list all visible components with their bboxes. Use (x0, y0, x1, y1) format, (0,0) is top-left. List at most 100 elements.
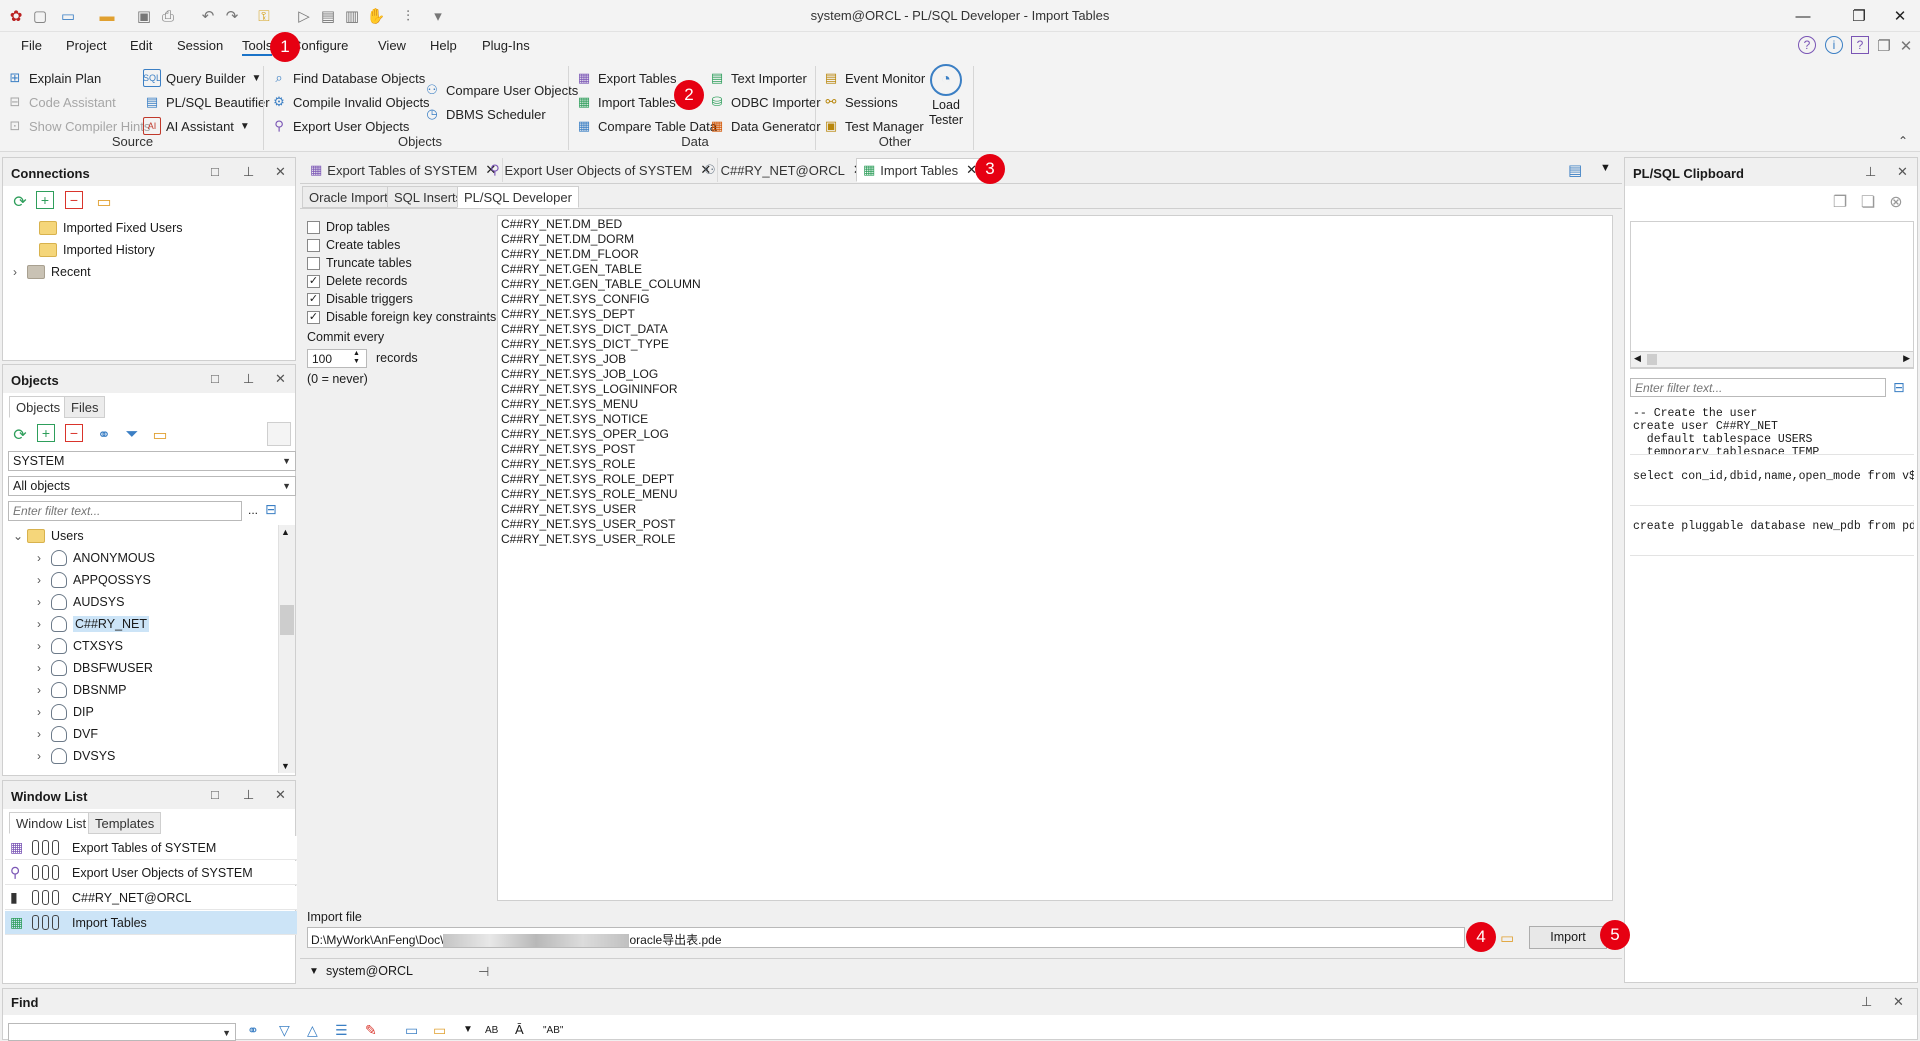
checkmark-icon[interactable]: ✓ (307, 274, 320, 288)
chevron-right-icon[interactable]: › (37, 551, 51, 565)
clipboard-snippet[interactable]: create pluggable database new_pdb from p… (1630, 508, 1914, 556)
binoculars-icon[interactable]: ⚭ (247, 1022, 259, 1039)
copy-icon[interactable]: ❐ (1829, 191, 1851, 213)
pin-icon[interactable]: ⊥ (243, 787, 254, 803)
close-icon[interactable]: ✕ (275, 164, 286, 180)
table-list-item[interactable]: C##RY_NET.SYS_OPER_LOG (501, 427, 669, 442)
table-list-item[interactable]: C##RY_NET.SYS_USER_ROLE (501, 532, 676, 547)
restore-button[interactable]: ❐ (1836, 0, 1882, 32)
pin-icon[interactable]: ⊥ (1865, 164, 1876, 180)
filter-icon[interactable]: ⏷ (121, 424, 143, 446)
owner-select[interactable]: SYSTEM ▼ (8, 451, 296, 471)
scroll-down-icon[interactable]: ▼ (281, 761, 290, 771)
compare-user-objects-button[interactable]: ⚇ Compare User Objects (423, 79, 578, 101)
find-database-objects-button[interactable]: ⌕ Find Database Objects (270, 67, 425, 89)
paste-icon[interactable]: ❏ (1857, 191, 1879, 213)
scroll-thumb[interactable] (280, 605, 294, 635)
window-list-item[interactable]: ▦ Export Tables of SYSTEM (5, 836, 297, 860)
checkbox-icon[interactable] (307, 238, 320, 252)
tab-plsql-developer[interactable]: PL/SQL Developer (457, 186, 579, 208)
explain-plan-button[interactable]: ⊞ Explain Plan (6, 67, 102, 89)
checkmark-icon[interactable]: ✓ (307, 310, 320, 324)
help-icon[interactable]: ? (1798, 36, 1816, 54)
table-list-item[interactable]: C##RY_NET.DM_FLOOR (501, 247, 639, 262)
chevron-right-icon[interactable]: › (37, 749, 51, 763)
odbc-importer-button[interactable]: ⛁ ODBC Importer (708, 91, 821, 113)
code-assistant-button[interactable]: ⊟ Code Assistant (6, 91, 116, 113)
exact-phrase-button[interactable]: "AB" (543, 1025, 563, 1036)
chevron-right-icon[interactable]: › (37, 617, 51, 631)
import-button[interactable]: Import (1529, 926, 1607, 949)
maximize-icon[interactable]: □ (211, 371, 219, 386)
close-icon[interactable]: ✕ (1897, 164, 1908, 180)
add-icon[interactable]: + (37, 424, 55, 442)
tab-export-user-objects[interactable]: ⚲ Export User Objects of SYSTEM ✕ (484, 158, 719, 182)
compile-invalid-objects-button[interactable]: ⚙ Compile Invalid Objects (270, 91, 429, 113)
import-file-input[interactable]: D:\MyWork\AnFeng\Doc\ oracle导出表.pde (307, 927, 1465, 948)
table-list-item[interactable]: C##RY_NET.GEN_TABLE (501, 262, 642, 277)
restore-mdi-icon[interactable]: ❐ (1874, 36, 1894, 56)
maximize-icon[interactable]: □ (211, 164, 219, 179)
menu-configure[interactable]: Configure (292, 38, 348, 53)
refresh-icon[interactable]: ⟳ (9, 191, 31, 213)
highlight-icon[interactable]: ✎ (365, 1022, 377, 1039)
tab-list-icon[interactable]: ▤ (1568, 161, 1582, 179)
table-list-item[interactable]: C##RY_NET.SYS_MENU (501, 397, 638, 412)
close-icon[interactable]: ✕ (275, 371, 286, 387)
context-help-icon[interactable]: ? (1851, 36, 1869, 54)
table-list-item[interactable]: C##RY_NET.SYS_ROLE (501, 457, 636, 472)
folder-icon[interactable]: ▭ (93, 191, 115, 213)
scroll-thumb[interactable] (1647, 354, 1657, 365)
plsql-beautifier-button[interactable]: ▤ PL/SQL Beautifier (143, 91, 270, 113)
clipboard-filter-input[interactable] (1630, 378, 1886, 397)
chevron-right-icon[interactable]: › (37, 661, 51, 675)
table-list-item[interactable]: C##RY_NET.SYS_JOB_LOG (501, 367, 658, 382)
table-list-item[interactable]: C##RY_NET.SYS_CONFIG (501, 292, 650, 307)
option-checkbox[interactable]: ✓ Disable triggers (307, 290, 413, 308)
object-type-select[interactable]: All objects ▼ (8, 476, 296, 496)
option-checkbox[interactable]: ✓ Disable foreign key constraints (307, 308, 496, 326)
tree-item-user[interactable]: › C##RY_NET (37, 613, 150, 635)
tree-item-imported-fixed-users[interactable]: Imported Fixed Users (25, 217, 182, 239)
event-monitor-button[interactable]: ▤ Event Monitor (822, 67, 925, 89)
match-case-button[interactable]: AB (485, 1025, 498, 1036)
option-checkbox[interactable]: Truncate tables (307, 254, 412, 272)
maximize-icon[interactable]: □ (211, 787, 219, 802)
table-list-item[interactable]: C##RY_NET.SYS_USER (501, 502, 636, 517)
pin-icon[interactable]: ⊥ (243, 371, 254, 387)
table-list[interactable]: C##RY_NET.DM_BED C##RY_NET.DM_DORM C##RY_N… (497, 215, 1613, 901)
options-button[interactable] (267, 422, 291, 446)
filter-options-icon[interactable]: ⊟ (1893, 379, 1905, 396)
objects-scrollbar[interactable]: ▲ ▼ (278, 525, 295, 773)
tab-import-tables[interactable]: ▦ Import Tables ✕ (856, 158, 984, 182)
window-list-item[interactable]: ▮ C##RY_NET@ORCL (5, 886, 297, 910)
scroll-right-icon[interactable]: ▶ (1903, 353, 1910, 364)
dbms-scheduler-button[interactable]: ◷ DBMS Scheduler (423, 103, 545, 125)
session-dropdown-icon[interactable]: ▼ (309, 966, 319, 977)
chevron-right-icon[interactable]: › (37, 705, 51, 719)
pin-icon[interactable]: ⊥ (1861, 994, 1872, 1010)
remove-icon[interactable]: − (65, 424, 83, 442)
tree-item-recent[interactable]: › Recent (13, 261, 91, 283)
tab-templates[interactable]: Templates (88, 812, 162, 834)
scroll-left-icon[interactable]: ◀ (1634, 353, 1641, 364)
query-builder-button[interactable]: SQL Query Builder ▼ (143, 67, 261, 89)
chevron-right-icon[interactable]: › (37, 639, 51, 653)
commit-spinner[interactable]: ▲ ▼ (353, 350, 360, 366)
filter-options-icon[interactable]: ⊟ (265, 501, 277, 518)
close-mdi-icon[interactable]: ✕ (1896, 36, 1916, 56)
load-tester-button[interactable]: ◔ Load Tester (928, 64, 964, 128)
table-list-item[interactable]: C##RY_NET.SYS_DICT_TYPE (501, 337, 669, 352)
tab-files[interactable]: Files (64, 396, 106, 418)
chevron-right-icon[interactable]: › (37, 595, 51, 609)
tree-item-imported-history[interactable]: Imported History (25, 239, 155, 261)
chevron-right-icon[interactable]: › (37, 683, 51, 697)
import-tables-button[interactable]: ▦ Import Tables (575, 91, 676, 113)
folder-icon[interactable]: ▭ (149, 424, 171, 446)
find-next-icon[interactable]: ▽ (279, 1022, 290, 1039)
tree-item-user[interactable]: › DVSYS (37, 745, 115, 767)
menu-plugins[interactable]: Plug-Ins (482, 38, 530, 53)
info-icon[interactable]: i (1825, 36, 1843, 54)
browse-folder-icon[interactable]: ▭ (1500, 929, 1514, 947)
clipboard-snippet[interactable]: -- Create the user create user C##RY_NET… (1630, 405, 1914, 455)
